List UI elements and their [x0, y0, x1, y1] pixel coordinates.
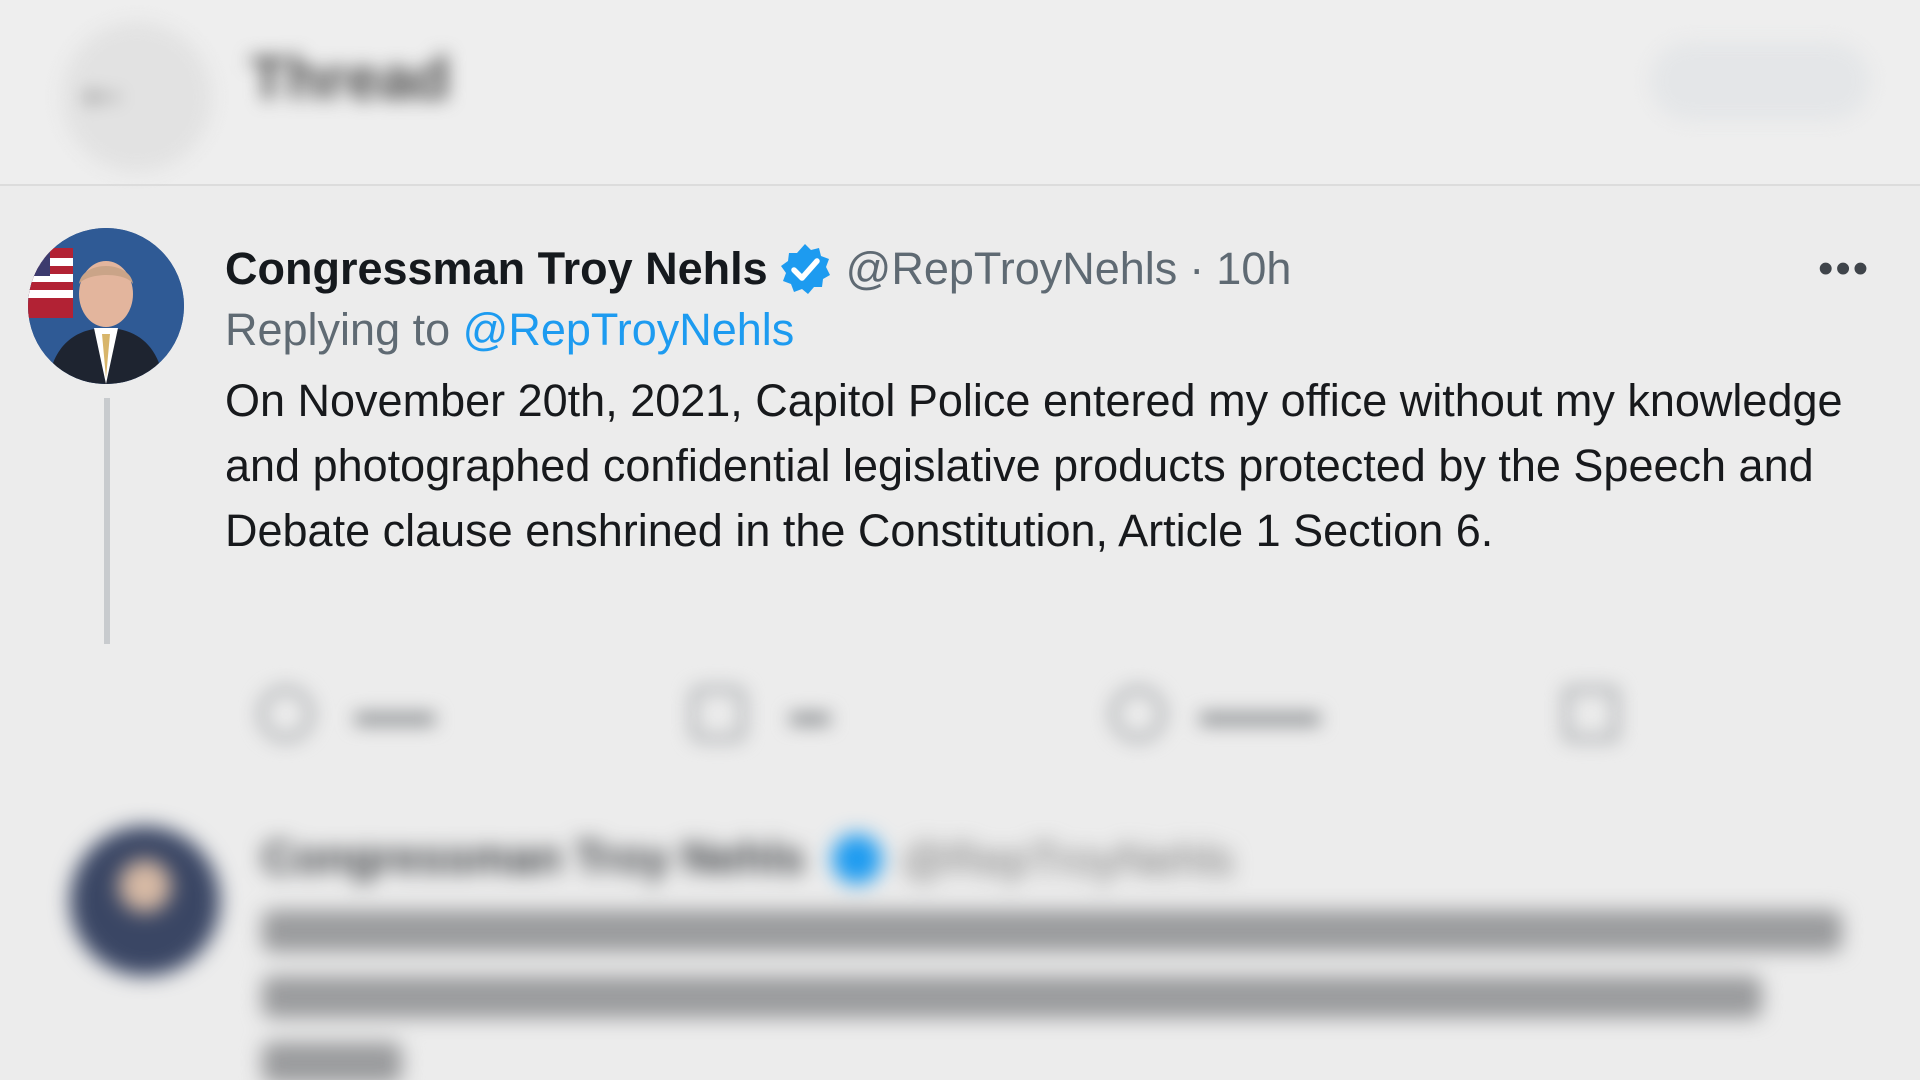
- page-title: Thread: [250, 45, 451, 112]
- verified-badge-icon: [832, 834, 882, 884]
- display-name[interactable]: Congressman Troy Nehls: [225, 243, 768, 295]
- reply-count: ▬▬: [355, 690, 435, 734]
- tweet-text-line: [262, 976, 1762, 1018]
- replying-prefix: Replying to: [225, 304, 451, 355]
- avatar[interactable]: [70, 826, 220, 976]
- replying-to-link[interactable]: @RepTroyNehls: [463, 304, 795, 355]
- tweet-text-line: [262, 1042, 402, 1080]
- retweet-count: ▬: [790, 690, 830, 734]
- tweet-header: Congressman Troy Nehls @RepTroyNehls · 1…: [225, 234, 1291, 304]
- share-icon[interactable]: [1563, 686, 1619, 742]
- retweet-icon[interactable]: [690, 686, 746, 742]
- avatar[interactable]: [28, 228, 184, 384]
- replying-to: Replying to @RepTroyNehls: [225, 304, 794, 356]
- separator: ·: [1189, 243, 1205, 294]
- reply-icon[interactable]: [258, 686, 314, 742]
- screen: ← Thread Congressman Troy Nehls @RepTroy…: [0, 0, 1920, 1080]
- next-tweet[interactable]: Congressman Troy Nehls @RepTroyNehls: [0, 786, 1920, 1080]
- thread-header: ← Thread: [0, 0, 1920, 186]
- tweet[interactable]: Congressman Troy Nehls @RepTroyNehls · 1…: [0, 186, 1920, 646]
- like-icon[interactable]: [1110, 686, 1166, 742]
- avatar-photo: [28, 228, 184, 384]
- display-name[interactable]: Congressman Troy Nehls: [262, 832, 805, 884]
- tweet-text-line: [262, 910, 1842, 952]
- tweet-actions: ▬▬ ▬ ▬▬▬: [0, 646, 1920, 786]
- handle[interactable]: @RepTroyNehls: [902, 834, 1234, 886]
- like-count: ▬▬▬: [1200, 690, 1320, 734]
- more-icon[interactable]: •••: [1818, 244, 1870, 294]
- thread-connector: [104, 398, 110, 644]
- arrow-left-icon: ←: [72, 53, 132, 120]
- tweet-text: On November 20th, 2021, Capitol Police e…: [225, 375, 1843, 556]
- header-button[interactable]: [1650, 42, 1870, 120]
- handle[interactable]: @RepTroyNehls: [846, 243, 1178, 295]
- timestamp[interactable]: 10h: [1216, 243, 1291, 295]
- verified-badge-icon: [778, 242, 832, 296]
